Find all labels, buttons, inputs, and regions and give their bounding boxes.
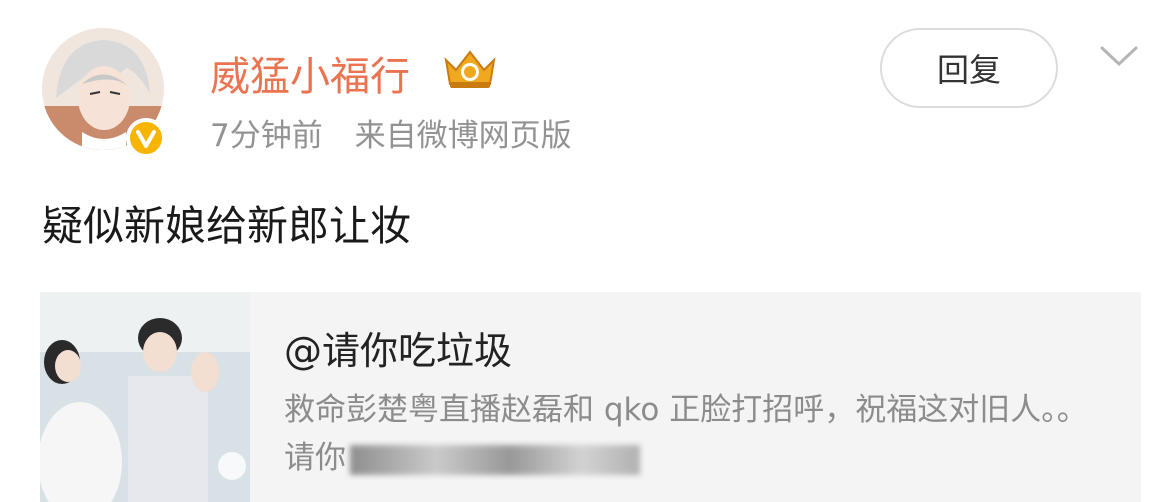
username[interactable]: 威猛小福行 — [210, 44, 410, 102]
reply-button[interactable]: 回复 — [880, 28, 1058, 108]
card-thumbnail — [40, 292, 250, 502]
blurred-text — [350, 444, 640, 475]
post-time: 7分钟前 — [210, 118, 323, 154]
shared-post-card[interactable]: @请你吃垃圾 救命彭楚粤直播赵磊和 qko 正脸打招呼，祝福这对旧人。。 请你 — [40, 292, 1141, 502]
card-title[interactable]: @请你吃垃圾 — [284, 320, 512, 375]
verified-badge-icon — [126, 118, 166, 158]
chevron-down-icon[interactable] — [1098, 42, 1140, 70]
card-description: 救命彭楚粤直播赵磊和 qko 正脸打招呼，祝福这对旧人。。 请你 — [284, 386, 1114, 482]
post-source[interactable]: 来自微博网页版 — [355, 118, 572, 154]
post-meta: 7分钟前 来自微博网页版 — [210, 110, 572, 155]
post-text: 疑似新娘给新郎让妆 — [42, 202, 411, 250]
crown-level-icon — [444, 50, 496, 88]
